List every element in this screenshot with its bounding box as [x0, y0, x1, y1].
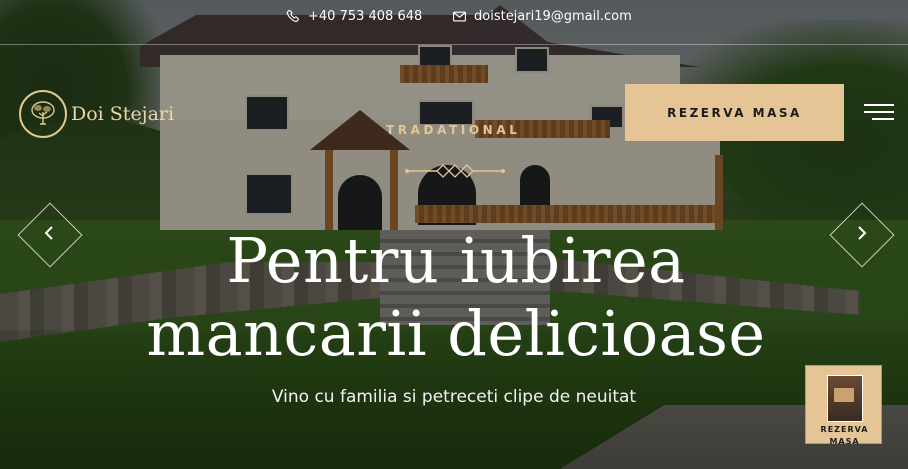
top-contact-bar: +40 753 408 648 doistejari19@gmail.com	[0, 0, 908, 45]
oak-tree-icon	[19, 90, 67, 138]
floating-reserve-widget[interactable]: REZERVA MASA	[805, 365, 882, 446]
chevron-right-icon	[858, 226, 867, 240]
brand-name: Doi Stejari	[71, 103, 175, 125]
hero-headline-line1: Pentru iubirea	[226, 224, 686, 297]
email-address: doistejari19@gmail.com	[474, 9, 632, 24]
hero-headline: Pentru iubirea mancarii delicioase	[120, 224, 792, 370]
ornament-divider	[405, 164, 505, 178]
floating-reserve-label-line1: REZERVA	[820, 425, 869, 434]
chevron-left-icon	[44, 226, 53, 240]
reserve-table-button[interactable]: REZERVA MASA	[625, 84, 844, 141]
floating-reserve-label-line2: MASA	[829, 437, 860, 446]
restaurant-thumbnail	[827, 375, 863, 422]
brand-logo[interactable]: Doi Stejari	[19, 90, 174, 138]
phone-icon	[286, 9, 299, 23]
hero-subtitle: Vino cu familia si petreceti clipe de ne…	[271, 387, 637, 407]
floating-reserve-label: REZERVA MASA	[806, 424, 883, 448]
hero-headline-line2: mancarii delicioase	[146, 297, 766, 371]
phone-number: +40 753 408 648	[308, 9, 423, 24]
envelope-icon	[453, 11, 466, 22]
hero-kicker: TRADATIONAL	[386, 123, 521, 137]
phone-link[interactable]: +40 753 408 648	[286, 9, 422, 24]
email-link[interactable]: doistejari19@gmail.com	[452, 9, 632, 24]
hamburger-menu-icon[interactable]	[864, 102, 894, 122]
